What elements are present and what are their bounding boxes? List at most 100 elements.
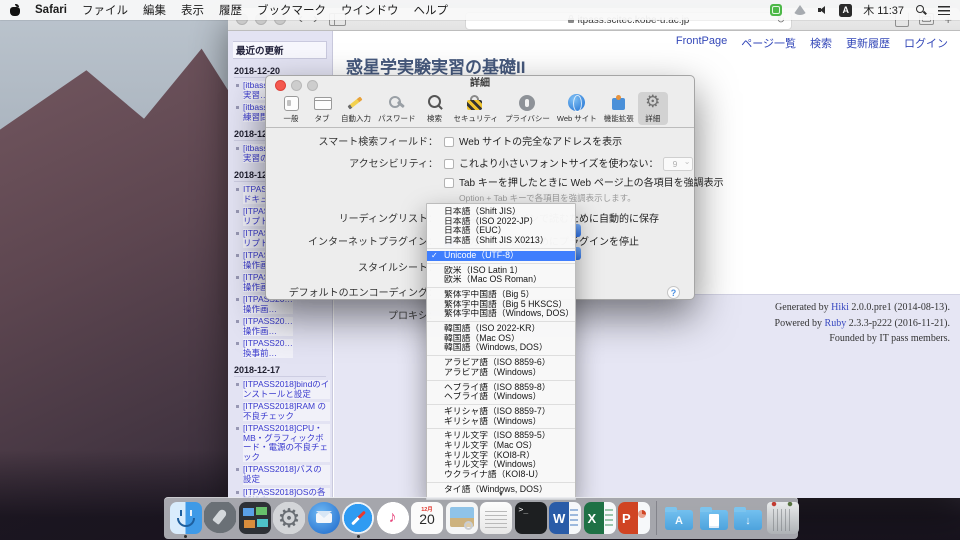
checkbox-show-full-address[interactable] <box>444 137 454 147</box>
menu-item-3[interactable]: 編集 <box>143 2 166 18</box>
encoding-option[interactable]: 繁体字中国語（Windows, DOS） <box>427 309 575 319</box>
green-app-status-icon[interactable] <box>770 4 782 16</box>
websites-icon <box>565 94 589 112</box>
dock-powerpoint[interactable]: P <box>618 498 651 538</box>
menu-item-1[interactable]: Safari <box>35 4 67 16</box>
encoding-option[interactable]: ✓Unicode（UTF-8） <box>427 251 575 261</box>
encoding-option[interactable]: ウクライナ語（KOI8-U） <box>427 470 575 480</box>
menu-item-2[interactable]: ファイル <box>82 2 128 18</box>
ruby-link[interactable]: Ruby <box>825 318 847 329</box>
input-source-icon[interactable]: A <box>839 4 852 17</box>
dock-finder[interactable] <box>169 498 202 538</box>
checkbox-tab-highlight[interactable] <box>444 178 454 188</box>
hiki-link[interactable]: Hiki <box>831 302 849 313</box>
apple-icon[interactable] <box>10 4 21 16</box>
dock-trash[interactable] <box>766 498 799 538</box>
encoding-option[interactable]: 日本語（Shift JIS） <box>427 207 575 217</box>
encoding-option[interactable]: キリル文字（KOI8-R） <box>427 451 575 461</box>
checkbox-min-font-size[interactable] <box>444 159 454 169</box>
dock-folder-documents[interactable] <box>697 498 730 538</box>
dock-terminal[interactable]: >_ <box>514 498 547 538</box>
font-size-select[interactable]: 9 <box>663 157 693 171</box>
menu-bar-clock[interactable]: 木 11:37 <box>863 2 904 18</box>
encoding-option[interactable]: 日本語（Shift JIS X0213） <box>427 236 575 246</box>
sidebar-wiki-link[interactable]: [ITPASS2018]bindのインストールと設定 <box>235 380 330 399</box>
volume-icon[interactable] <box>818 5 828 15</box>
menu-item-7[interactable]: ウインドウ <box>341 2 399 18</box>
help-button[interactable]: ? <box>667 286 680 299</box>
dock-launchpad[interactable] <box>204 498 237 538</box>
prefs-tab-advanced[interactable]: 詳細 <box>638 92 668 125</box>
encoding-option[interactable]: キリル文字（Mac OS） <box>427 441 575 451</box>
sidebar-wiki-link[interactable]: [ITPASS2018]CPU・MB・グラフィックボード・電源の不良チェック <box>235 424 330 462</box>
dialog-titlebar[interactable]: 詳細 <box>266 76 694 91</box>
encoding-option[interactable]: 日本語（ISO 2022-JP） <box>427 217 575 227</box>
dock-itunes[interactable]: ♪ <box>376 498 409 538</box>
encoding-option-label: 韓国語（Mac OS） <box>444 334 520 343</box>
prefs-tab-general[interactable]: 一般 <box>276 92 306 125</box>
menu-item-8[interactable]: ヘルプ <box>413 2 448 18</box>
prefs-tab-passwords[interactable]: パスワード <box>375 92 419 125</box>
encoding-option[interactable]: 欧米（ISO Latin 1） <box>427 266 575 276</box>
encoding-option[interactable]: ヘブライ語（ISO 8859-8） <box>427 383 575 393</box>
bullet-icon <box>236 276 239 279</box>
wiki-nav-link-4[interactable]: 更新履歴 <box>846 35 890 51</box>
encoding-option[interactable]: ギリシャ語（Windows） <box>427 417 575 427</box>
prefs-tab-extensions[interactable]: 機能拡張 <box>601 92 637 125</box>
encoding-option[interactable]: キリル文字（Windows） <box>427 460 575 470</box>
dock-folder-applications[interactable]: A <box>663 498 696 538</box>
menu-item-4[interactable]: 表示 <box>181 2 204 18</box>
encoding-option[interactable]: アラビア語（ISO 8859-6） <box>427 358 575 368</box>
dock-textedit[interactable] <box>480 498 513 538</box>
prefs-tab-search[interactable]: 検索 <box>420 92 450 125</box>
menu-item-5[interactable]: 履歴 <box>219 2 242 18</box>
prefs-tab-websites[interactable]: Web サイト <box>554 92 600 125</box>
encoding-option[interactable]: 欧米（Mac OS Roman） <box>427 275 575 285</box>
wiki-nav-link-2[interactable]: ページ一覧 <box>741 35 796 51</box>
dock-safari[interactable] <box>342 498 375 538</box>
notification-center-icon[interactable] <box>938 6 950 15</box>
dock-thunderbird[interactable] <box>307 498 340 538</box>
bullet-icon <box>236 298 239 301</box>
dialog-close-button[interactable] <box>275 80 286 91</box>
encoding-option[interactable]: 韓国語（ISO 2022-KR） <box>427 324 575 334</box>
prefs-tab-autofill[interactable]: 自動入力 <box>338 92 374 125</box>
encoding-option[interactable]: ギリシャ語（ISO 8859-7） <box>427 407 575 417</box>
encoding-menu: 日本語（Shift JIS）日本語（ISO 2022-JP）日本語（EUC）日本… <box>426 203 576 500</box>
encoding-option[interactable]: 韓国語（Mac OS） <box>427 334 575 344</box>
dock-excel[interactable]: X <box>583 498 616 538</box>
wiki-nav-link-5[interactable]: ログイン <box>904 35 948 51</box>
sidebar-wiki-link[interactable]: [ITPASS2018]バスの設定 <box>235 465 330 484</box>
wiki-nav-link-3[interactable]: 検索 <box>810 35 832 51</box>
sidebar-wiki-link[interactable]: [ITPASS2018]RAM の不良チェック <box>235 402 330 421</box>
dock-folder-downloads[interactable]: ↓ <box>732 498 765 538</box>
smart-search-label: スマート検索フィールド： <box>266 133 444 148</box>
encoding-option[interactable]: 繁体字中国語（Big 5 HKSCS） <box>427 300 575 310</box>
encoding-option[interactable]: 韓国語（Windows, DOS） <box>427 343 575 353</box>
prefs-tab-tabs[interactable]: タブ <box>307 92 337 125</box>
sidebar-wiki-link[interactable]: [ITPASS20… 換事前… <box>235 339 330 358</box>
encoding-option[interactable]: キリル文字（ISO 8859-5） <box>427 431 575 441</box>
encoding-option[interactable]: 繁体字中国語（Big 5） <box>427 290 575 300</box>
dock-system-preferences[interactable]: ⚙ <box>273 498 306 538</box>
menu-separator <box>427 404 575 405</box>
dock-calendar[interactable]: 12月20 <box>411 498 444 538</box>
dock-word[interactable]: W <box>549 498 582 538</box>
dock-preview[interactable] <box>445 498 478 538</box>
folder-applications-glyph: A <box>663 502 695 534</box>
wifi-icon[interactable] <box>793 5 807 15</box>
spotlight-icon[interactable] <box>915 4 927 16</box>
encoding-option[interactable]: 日本語（EUC） <box>427 226 575 236</box>
menu-item-6[interactable]: ブックマーク <box>257 2 326 18</box>
terminal-icon: >_ <box>515 502 547 534</box>
accessibility-label: アクセシビリティ： <box>266 155 444 170</box>
checkmark-icon: ✓ <box>431 251 438 261</box>
checkbox-label: Web サイトの完全なアドレスを表示 <box>459 137 622 148</box>
encoding-option-label: 繁体字中国語（Big 5） <box>444 290 534 299</box>
wiki-nav-link-1[interactable]: FrontPage <box>676 35 727 51</box>
encoding-option[interactable]: ヘブライ語（Windows） <box>427 392 575 402</box>
prefs-tab-privacy[interactable]: プライバシー <box>502 92 553 125</box>
prefs-tab-security[interactable]: セキュリティ <box>451 92 502 125</box>
dock-mission-control[interactable] <box>238 498 271 538</box>
encoding-option[interactable]: アラビア語（Windows） <box>427 368 575 378</box>
